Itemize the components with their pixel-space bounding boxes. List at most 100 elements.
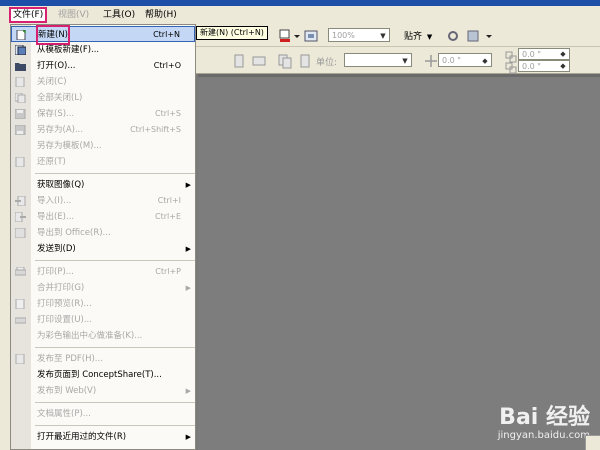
menu-separator bbox=[35, 260, 195, 261]
menu-separator bbox=[35, 173, 195, 174]
spinner-icon: ◆ bbox=[560, 50, 566, 58]
menu-item-label: 发布至 PDF(H)... bbox=[37, 354, 103, 364]
menu-item-label: 导出到 Office(R)... bbox=[37, 228, 111, 238]
portrait-icon[interactable] bbox=[230, 52, 248, 70]
menu-item-print-preview[interactable]: 打印预览(R)... bbox=[11, 296, 195, 312]
menu-item-label: 获取图像(Q) bbox=[37, 180, 85, 190]
menu-item-print-merge[interactable]: 合并打印(G) ▶ bbox=[11, 280, 195, 296]
menu-item-label: 发布到 Web(V) bbox=[37, 386, 97, 396]
menu-item-publish-pdf[interactable]: 发布至 PDF(H)... bbox=[11, 351, 195, 367]
menu-item-label: 保存(S)... bbox=[37, 109, 75, 119]
menu-item-revert[interactable]: 还原(T) bbox=[11, 154, 195, 170]
menu-item-label: 发送到(D) bbox=[37, 244, 76, 254]
print-setup-icon bbox=[14, 315, 27, 325]
options-icon[interactable] bbox=[444, 27, 462, 45]
menu-item-label: 打开最近用过的文件(R) bbox=[37, 432, 127, 442]
submenu-arrow-icon: ▶ bbox=[185, 387, 191, 395]
menu-bar: 文件(F) 视图(V) 工具(O) 帮助(H) bbox=[0, 6, 600, 25]
launcher-dropdown-icon[interactable] bbox=[484, 27, 494, 45]
revert-icon bbox=[15, 156, 26, 168]
canvas-top-edge bbox=[198, 74, 600, 77]
snap-to-menu[interactable]: 贴齐 ▼ bbox=[404, 29, 432, 42]
chevron-down-icon: ▼ bbox=[402, 57, 408, 65]
duplicate-y-field[interactable]: 0.0 " ◆ bbox=[518, 60, 570, 72]
menu-item-save-as[interactable]: 另存为(A)... Ctrl+Shift+S bbox=[11, 122, 195, 138]
menu-item-print-setup[interactable]: 打印设置(U)... bbox=[11, 312, 195, 328]
landscape-icon[interactable] bbox=[250, 52, 268, 70]
menu-separator bbox=[35, 347, 195, 348]
menu-item-label: 打印设置(U)... bbox=[37, 315, 92, 325]
menu-item-acquire-image[interactable]: 获取图像(Q) ▶ bbox=[11, 177, 195, 193]
chevron-down-icon: ▼ bbox=[426, 33, 433, 41]
open-folder-icon bbox=[15, 61, 26, 71]
menu-item-publish-web[interactable]: 发布到 Web(V) ▶ bbox=[11, 383, 195, 399]
menu-help[interactable]: 帮助(H) bbox=[142, 8, 180, 22]
print-icon bbox=[14, 266, 27, 277]
menu-separator bbox=[35, 425, 195, 426]
menu-item-label: 新建(N) bbox=[36, 25, 70, 45]
submenu-arrow-icon: ▶ bbox=[185, 181, 191, 189]
menu-item-new-from-template[interactable]: 从模板新建(F)... bbox=[11, 42, 195, 58]
drawing-canvas[interactable] bbox=[198, 74, 600, 450]
menu-item-open-recent[interactable]: 打开最近用过的文件(R) ▶ bbox=[11, 429, 195, 445]
spinner-icon: ◆ bbox=[560, 62, 566, 70]
menu-item-print[interactable]: 打印(P)... Ctrl+P bbox=[11, 264, 195, 280]
export-icon bbox=[14, 211, 26, 223]
menu-item-shortcut: Ctrl+O bbox=[153, 61, 181, 70]
nudge-distance-field[interactable]: 0.0 " ◆ bbox=[438, 53, 492, 67]
menu-item-document-properties[interactable]: 文档属性(P)... bbox=[11, 406, 195, 422]
menu-item-shortcut: Ctrl+Shift+S bbox=[130, 125, 181, 134]
menu-item-new[interactable]: 新建(N) Ctrl+N bbox=[11, 25, 195, 45]
menu-item-shortcut: Ctrl+P bbox=[155, 267, 181, 276]
menu-tools[interactable]: 工具(O) bbox=[100, 8, 138, 22]
menu-item-label: 关闭(C) bbox=[37, 77, 67, 87]
menu-item-label: 导出(E)... bbox=[37, 212, 75, 222]
menu-item-label: 另存为(A)... bbox=[37, 125, 84, 135]
current-page-icon[interactable] bbox=[296, 52, 314, 70]
menu-item-save[interactable]: 保存(S)... Ctrl+S bbox=[11, 106, 195, 122]
scrollbar-corner bbox=[585, 435, 600, 450]
menu-item-label: 发布页面到 ConceptShare(T)... bbox=[37, 370, 162, 380]
menu-item-open[interactable]: 打开(O)... Ctrl+O bbox=[11, 58, 195, 74]
all-pages-icon[interactable] bbox=[276, 52, 294, 70]
menu-item-close-all[interactable]: 全部关闭(L) bbox=[11, 90, 195, 106]
save-as-icon bbox=[14, 124, 26, 136]
menu-item-publish-conceptshare[interactable]: 发布页面到 ConceptShare(T)... bbox=[11, 367, 195, 383]
units-label: 单位: bbox=[316, 58, 338, 68]
menu-item-shortcut: Ctrl+I bbox=[157, 196, 181, 205]
spinner-icon: ◆ bbox=[482, 57, 488, 65]
watermark-url: jingyan.baidu.com bbox=[497, 430, 590, 441]
menu-file[interactable]: 文件(F) bbox=[8, 7, 48, 23]
menu-item-label: 合并打印(G) bbox=[37, 283, 85, 293]
menu-item-import[interactable]: 导入(I)... Ctrl+I bbox=[11, 193, 195, 209]
menu-item-label: 全部关闭(L) bbox=[37, 93, 83, 103]
close-all-icon bbox=[14, 92, 26, 104]
menu-item-shortcut: Ctrl+N bbox=[153, 30, 180, 39]
menu-item-save-as-template[interactable]: 另存为模板(M)... bbox=[11, 138, 195, 154]
watermark-brand: Bai 经验 bbox=[499, 405, 590, 430]
zoom-value: 100% bbox=[332, 31, 355, 40]
print-preview-icon bbox=[15, 298, 26, 310]
menu-item-shortcut: Ctrl+S bbox=[154, 109, 181, 118]
duplicate-x-field[interactable]: 0.0 " ◆ bbox=[518, 48, 570, 60]
snap-label: 贴齐 bbox=[404, 32, 423, 42]
menu-item-send-to[interactable]: 发送到(D) ▶ bbox=[11, 241, 195, 257]
menu-item-label: 还原(T) bbox=[37, 157, 66, 167]
color-dropdown-icon[interactable] bbox=[292, 27, 302, 45]
menu-item-export[interactable]: 导出(E)... Ctrl+E bbox=[11, 209, 195, 225]
zoom-level-select[interactable]: 100% ▼ bbox=[328, 28, 390, 42]
template-icon bbox=[14, 44, 27, 56]
menu-view[interactable]: 视图(V) bbox=[55, 8, 92, 22]
new-document-icon bbox=[16, 29, 27, 41]
menu-item-close[interactable]: 关闭(C) bbox=[11, 74, 195, 90]
image-icon[interactable] bbox=[302, 27, 320, 45]
menu-item-label: 另存为模板(M)... bbox=[37, 141, 102, 151]
menu-item-prepare-service-bureau[interactable]: 为彩色输出中心做准备(K)... bbox=[11, 328, 195, 344]
menu-item-label: 为彩色输出中心做准备(K)... bbox=[37, 331, 143, 341]
menu-item-export-office[interactable]: 导出到 Office(R)... bbox=[11, 225, 195, 241]
tooltip: 新建(N) (Ctrl+N) bbox=[196, 26, 268, 40]
submenu-arrow-icon: ▶ bbox=[185, 433, 191, 441]
launcher-icon[interactable] bbox=[464, 27, 482, 45]
menu-item-label: 从模板新建(F)... bbox=[37, 45, 100, 55]
units-select[interactable]: ▼ bbox=[344, 53, 412, 67]
